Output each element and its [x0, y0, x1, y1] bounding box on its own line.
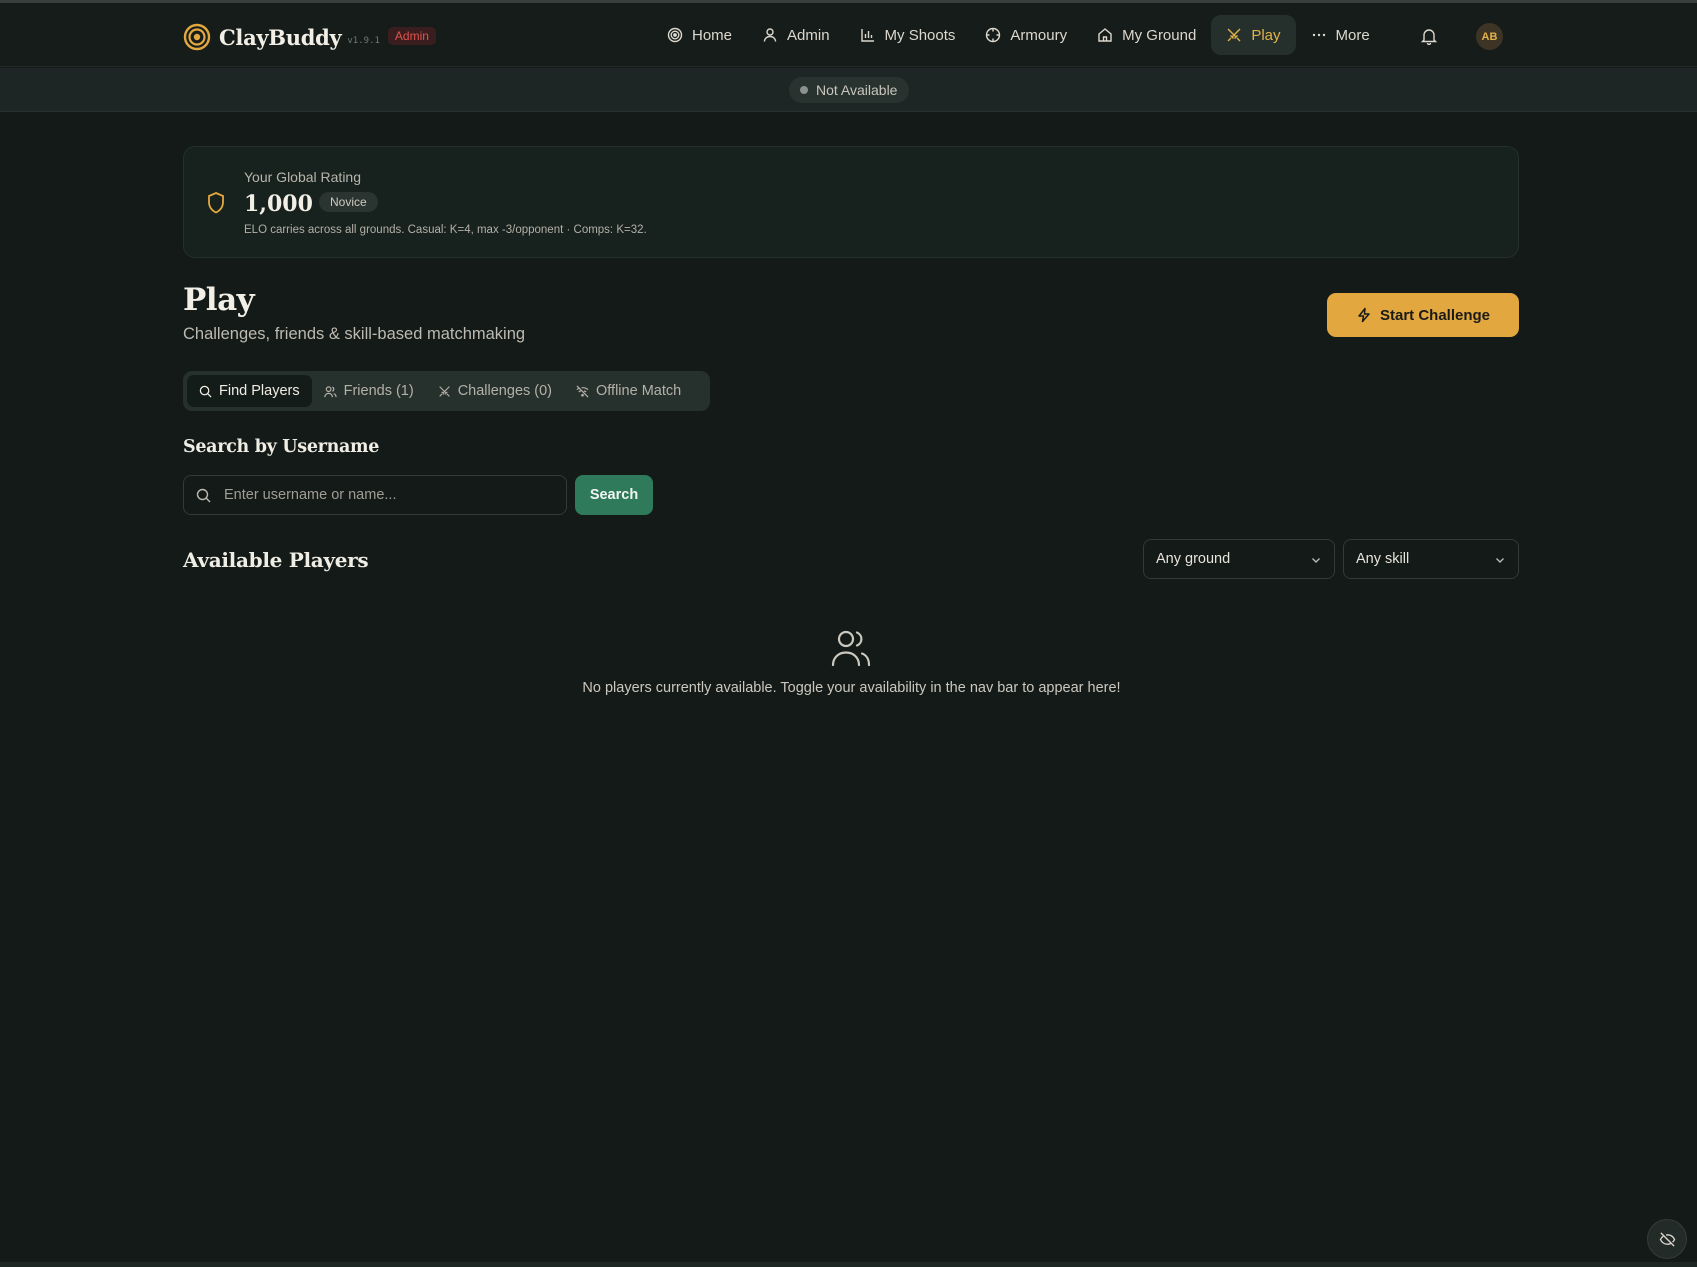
rating-tier-badge: Novice	[319, 192, 378, 212]
nav-item-armoury[interactable]: Armoury	[970, 15, 1082, 55]
nav-item-home[interactable]: Home	[652, 15, 747, 55]
rating-label: Your Global Rating	[244, 169, 362, 185]
brand[interactable]: ClayBuddy v1.9.1 Admin	[183, 21, 436, 53]
availability-toggle[interactable]: Not Available	[789, 77, 910, 103]
availability-status: Not Available	[816, 82, 898, 98]
window-bottom-border	[0, 1262, 1697, 1267]
search-icon	[199, 385, 212, 398]
nav-item-my-shoots[interactable]: My Shoots	[845, 15, 971, 55]
start-challenge-button[interactable]: Start Challenge	[1327, 293, 1519, 337]
tab-label: Friends (1)	[343, 383, 414, 399]
nav-item-label: Admin	[787, 26, 830, 44]
skill-filter-value: Any skill	[1356, 551, 1410, 567]
nav-item-label: My Ground	[1122, 26, 1197, 44]
eye-off-icon	[1659, 1231, 1675, 1247]
shield-icon	[208, 192, 224, 214]
search-icon	[196, 488, 211, 503]
ground-filter-select[interactable]: Any ground	[1143, 539, 1335, 579]
search-field[interactable]	[183, 475, 567, 515]
nav-item-play[interactable]: Play	[1211, 15, 1296, 55]
avatar[interactable]: AB	[1476, 23, 1503, 50]
rating-value: 1,000	[244, 191, 313, 217]
skill-filter-select[interactable]: Any skill	[1343, 539, 1519, 579]
page-subtitle: Challenges, friends & skill-based matchm…	[183, 325, 526, 343]
user-icon	[763, 28, 777, 42]
rating-note: ELO carries across all grounds. Casual: …	[244, 224, 647, 236]
nav-item-label: Home	[692, 26, 733, 44]
ground-filter-value: Any ground	[1156, 551, 1231, 567]
app-version: v1.9.1	[347, 36, 380, 46]
nav-item-admin[interactable]: Admin	[747, 15, 845, 55]
tab-offline-match[interactable]: Offline Match	[564, 375, 693, 407]
search-input[interactable]	[224, 476, 554, 514]
bar-chart-icon	[860, 29, 874, 42]
tab-find-players[interactable]: Find Players	[187, 375, 312, 407]
chevron-down-icon	[1496, 558, 1504, 563]
target-icon	[667, 27, 683, 43]
top-nav: ClayBuddy v1.9.1 Admin Home Admin My Sho…	[0, 3, 1697, 67]
main-nav: Home Admin My Shoots Armoury My Ground P…	[652, 15, 1385, 55]
tab-challenges[interactable]: Challenges (0)	[426, 375, 564, 407]
users-icon	[831, 630, 871, 667]
admin-badge: Admin	[387, 26, 436, 45]
nav-item-label: Armoury	[1010, 26, 1068, 44]
tab-friends[interactable]: Friends (1)	[312, 375, 426, 407]
bell-icon[interactable]	[1420, 27, 1438, 45]
crosshair-icon	[986, 27, 1001, 43]
availability-bar: Not Available	[0, 68, 1697, 112]
users-icon	[323, 385, 337, 397]
start-challenge-label: Start Challenge	[1379, 306, 1491, 324]
home-icon	[1098, 28, 1112, 42]
chevron-down-icon	[1312, 558, 1320, 563]
search-heading: Search by Username	[183, 437, 380, 457]
tab-label: Offline Match	[596, 383, 682, 399]
search-button[interactable]: Search	[575, 475, 653, 515]
tab-label: Find Players	[219, 383, 300, 399]
target-logo-icon	[183, 23, 211, 51]
available-players-heading: Available Players	[183, 548, 369, 572]
swords-icon	[438, 385, 450, 397]
play-tabs: Find Players Friends (1) Challenges (0) …	[183, 371, 710, 411]
nav-item-label: My Shoots	[884, 26, 956, 44]
global-rating-card: Your Global Rating 1,000 Novice ELO carr…	[183, 146, 1519, 258]
tab-label: Challenges (0)	[457, 383, 553, 399]
app-name: ClayBuddy	[219, 24, 342, 50]
nav-item-label: Play	[1251, 26, 1281, 44]
nav-item-label: More	[1335, 26, 1370, 44]
wifi-off-icon	[576, 385, 589, 397]
nav-item-my-ground[interactable]: My Ground	[1082, 15, 1211, 55]
nav-item-more[interactable]: More	[1296, 15, 1385, 55]
ellipsis-icon	[1312, 33, 1325, 37]
status-dot	[800, 86, 808, 94]
swords-icon	[1227, 28, 1241, 42]
page-title: Play	[183, 282, 255, 318]
empty-state-message: No players currently available. Toggle y…	[582, 680, 1121, 696]
lightning-icon	[1358, 307, 1370, 323]
visibility-toggle-button[interactable]	[1647, 1219, 1687, 1259]
